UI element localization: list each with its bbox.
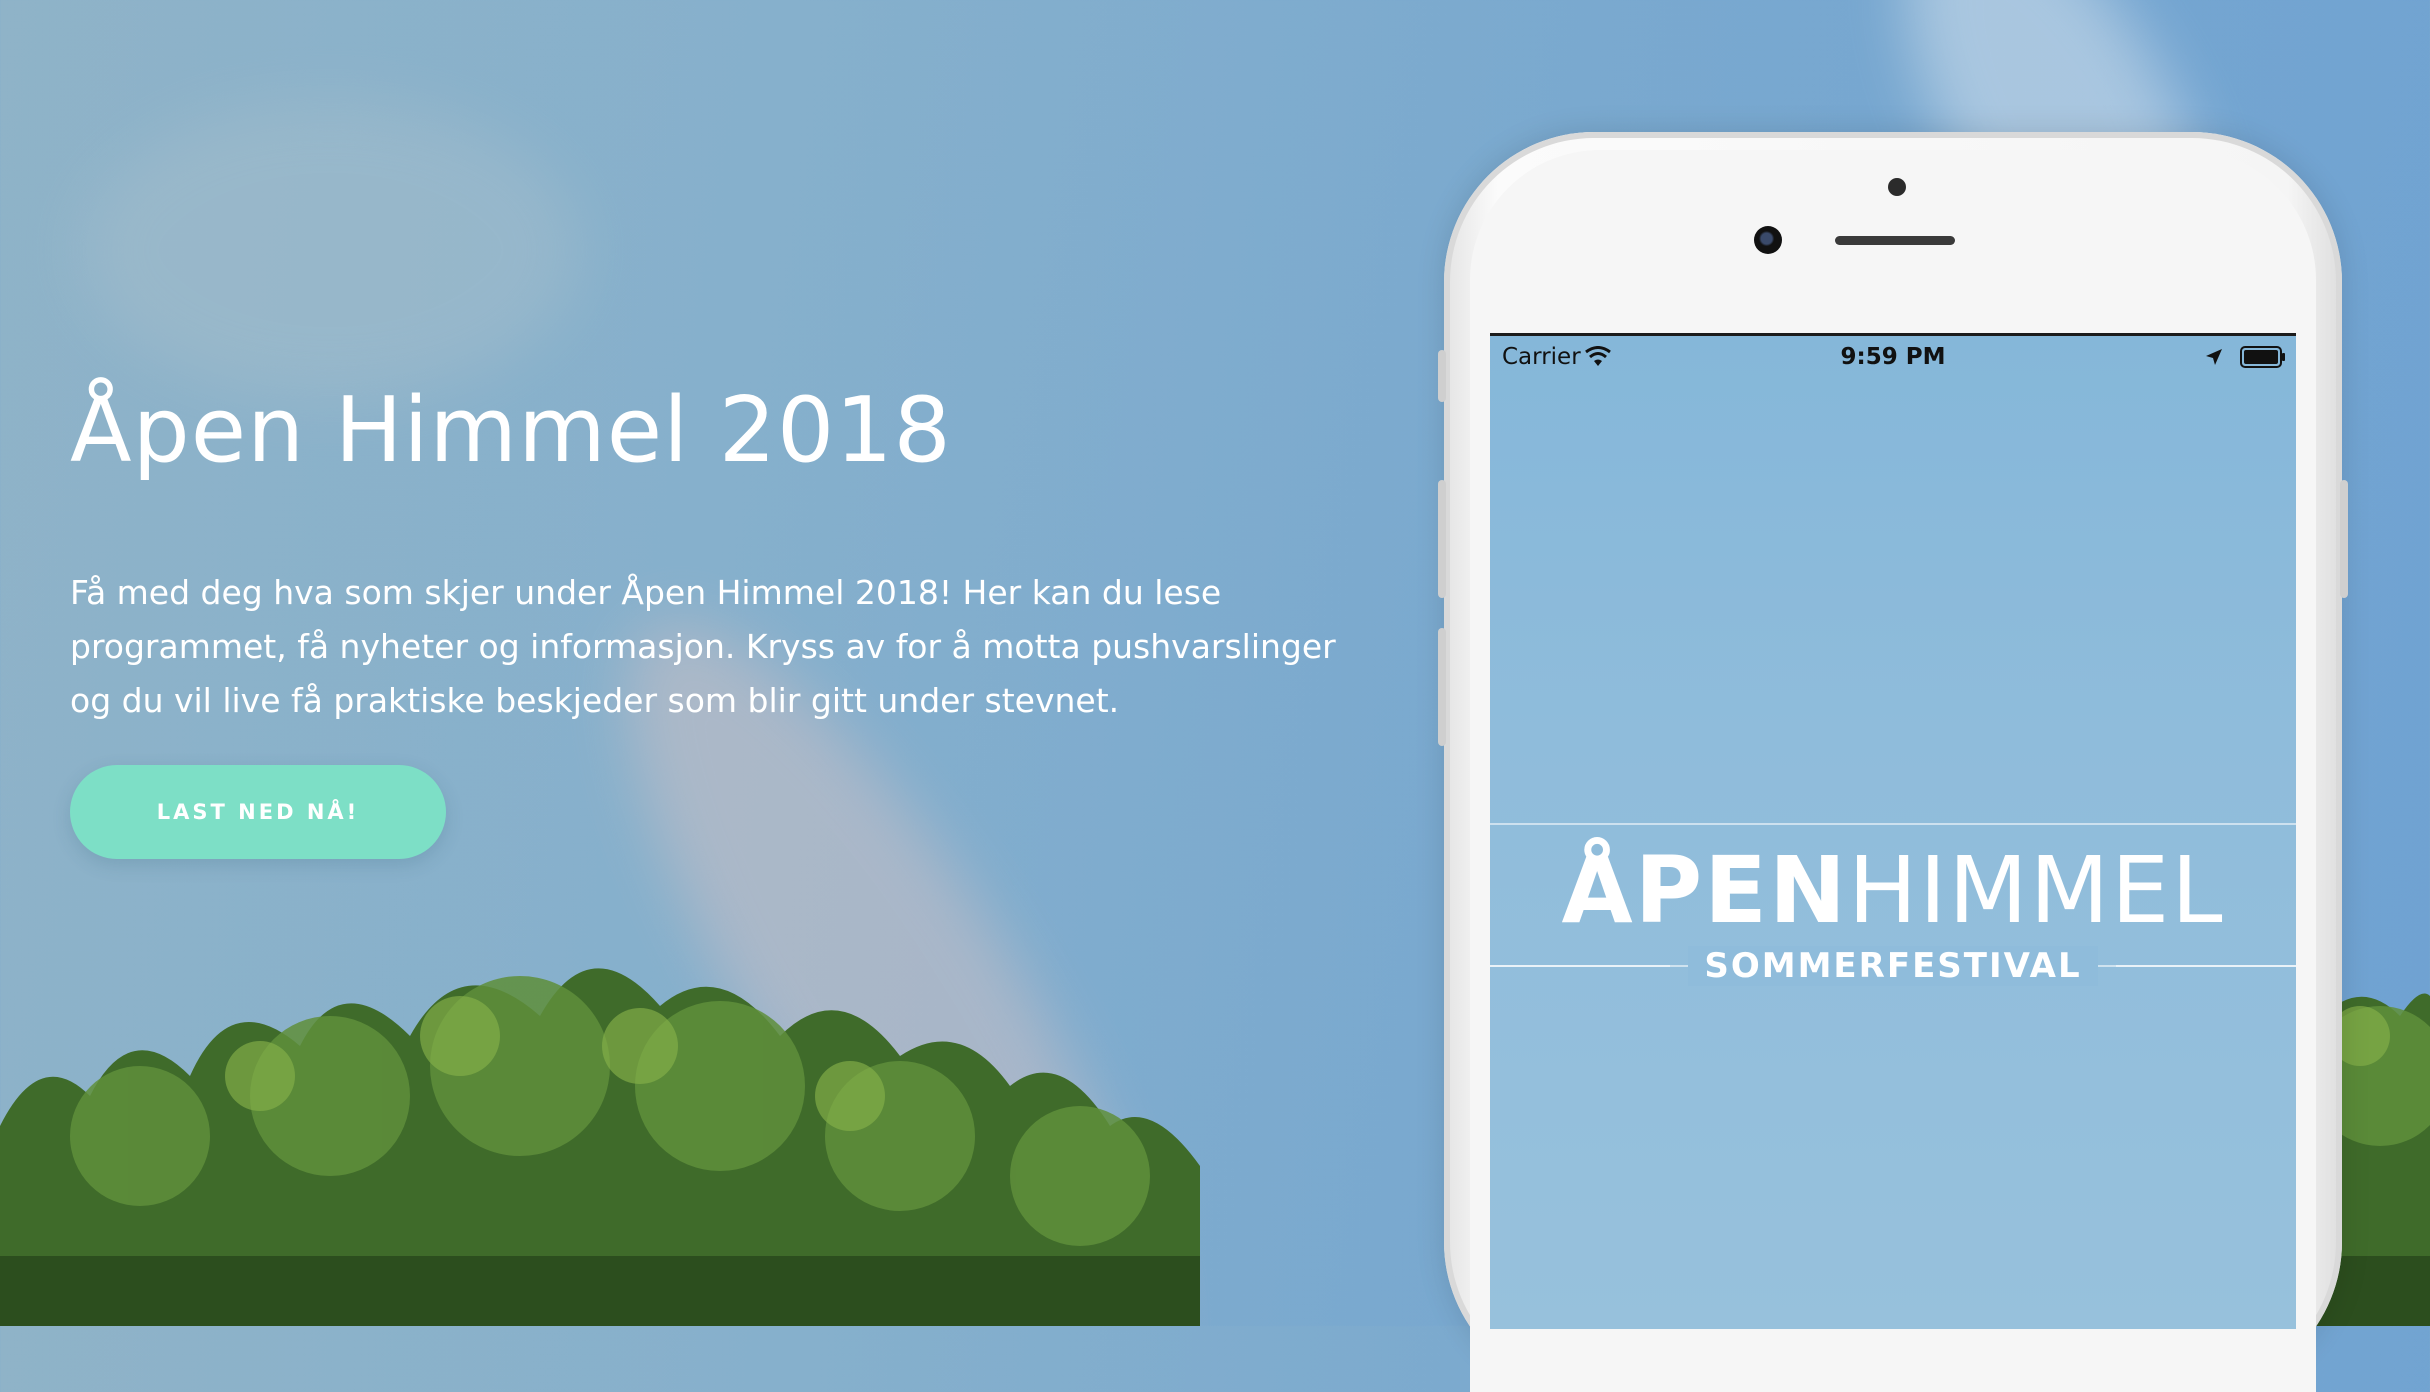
download-button[interactable]: LAST NED NÅ! — [70, 765, 446, 859]
page-title: Åpen Himmel 2018 — [70, 378, 952, 483]
logo-subtitle-text: SOMMERFESTIVAL — [1688, 946, 2098, 986]
logo-word-bold: ÅPEN — [1561, 837, 1849, 944]
mute-switch — [1438, 350, 1446, 402]
intro-text: Få med deg hva som skjer under Åpen Himm… — [70, 573, 1336, 720]
phone-screen: Carrier 9:59 PM ÅPENHIMMEL SOMMERFESTIVA… — [1490, 333, 2296, 1329]
proximity-sensor-icon — [1888, 178, 1906, 196]
power-button — [2340, 480, 2348, 598]
location-arrow-icon — [2206, 349, 2222, 365]
logo-word-thin: HIMMEL — [1848, 837, 2225, 944]
app-logo: ÅPENHIMMEL — [1490, 841, 2296, 941]
status-bar: Carrier 9:59 PM — [1490, 336, 2296, 380]
speaker-icon — [1835, 236, 1955, 245]
status-time: 9:59 PM — [1840, 344, 1946, 370]
volume-down-button — [1438, 628, 1446, 746]
battery-icon — [2240, 346, 2285, 368]
sky-streak — [80, 100, 580, 400]
logo-subtitle: SOMMERFESTIVAL — [1490, 946, 2296, 986]
volume-up-button — [1438, 480, 1446, 598]
camera-icon — [1754, 226, 1782, 254]
